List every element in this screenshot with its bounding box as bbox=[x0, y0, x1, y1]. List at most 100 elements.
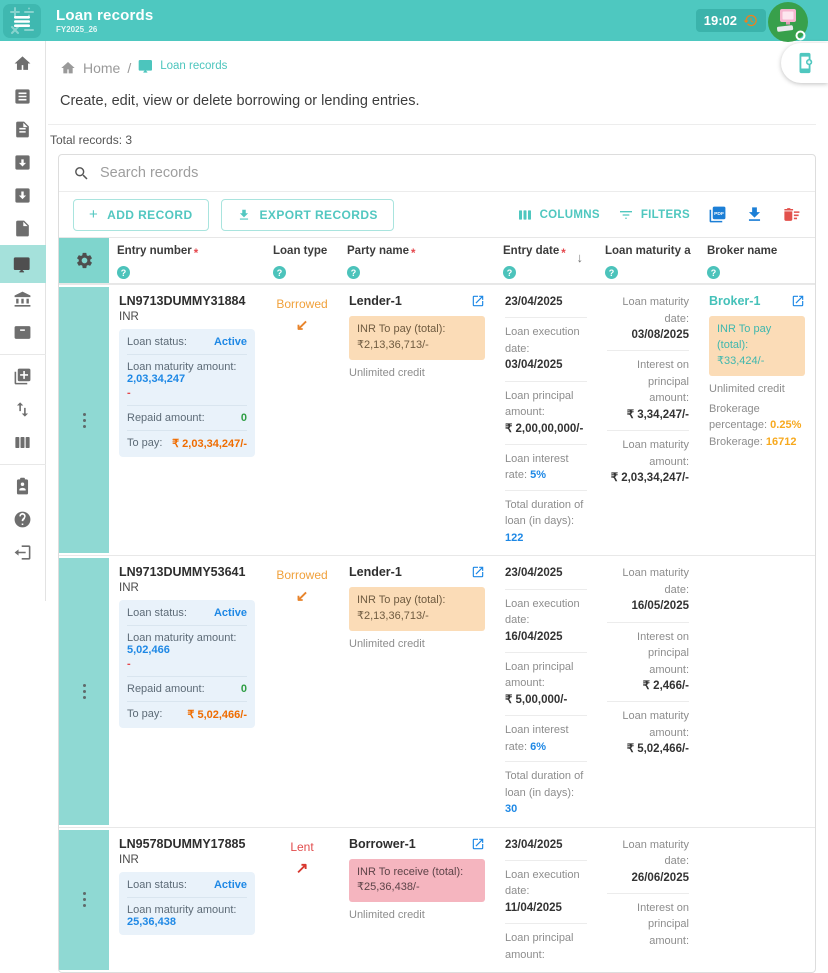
open-in-new-icon bbox=[471, 837, 485, 851]
open-broker-button[interactable] bbox=[791, 294, 805, 311]
broker-box-amount: ₹33,424/- bbox=[717, 354, 797, 370]
row-actions-menu[interactable] bbox=[79, 409, 90, 432]
maturity-date: 26/06/2025 bbox=[607, 870, 689, 887]
sidebar-item-import-export[interactable] bbox=[0, 393, 46, 426]
brokerage-value: 16712 bbox=[766, 436, 797, 448]
sort-desc-icon[interactable]: ↓ bbox=[577, 250, 584, 265]
party-box-amount: ₹25,36,438/- bbox=[357, 880, 477, 896]
maturity-value: 5,02,466 bbox=[127, 644, 170, 656]
execution-date-label: Loan execution date: bbox=[505, 324, 587, 357]
loan-status-box: Loan status:Active Loan maturity amount:… bbox=[119, 329, 255, 457]
open-party-button[interactable] bbox=[471, 837, 485, 854]
maturity-date-label: Loan maturity date: bbox=[607, 294, 689, 327]
help-question-icon[interactable]: ? bbox=[503, 266, 516, 279]
columns-button[interactable]: COLUMNS bbox=[517, 207, 600, 223]
user-avatar[interactable] bbox=[768, 2, 808, 42]
row-menu-cell bbox=[59, 830, 109, 971]
app-header: Loan records FY2025_26 19:02 bbox=[0, 0, 828, 41]
loan-type: Borrowed bbox=[276, 568, 327, 582]
table-row: LN9713DUMMY31884 INR Loan status:Active … bbox=[59, 284, 815, 555]
export-pdf-button[interactable]: PDF bbox=[708, 205, 727, 224]
sidebar-item-bank[interactable] bbox=[0, 283, 46, 316]
add-record-button[interactable]: + ADD RECORD bbox=[73, 199, 209, 231]
repaid-label: Repaid amount: bbox=[127, 412, 205, 424]
sidebar-item-save-box[interactable] bbox=[0, 146, 46, 179]
breadcrumb-home[interactable]: Home bbox=[83, 60, 120, 76]
logout-icon bbox=[13, 543, 32, 562]
loan-type-cell: Borrowed ↙ bbox=[265, 285, 339, 555]
required-marker: * bbox=[411, 248, 415, 260]
sidebar-item-loan-records[interactable] bbox=[0, 245, 46, 283]
credit-note: Unlimited credit bbox=[349, 638, 485, 650]
column-header-maturity-amount: Loan maturity amount ? bbox=[597, 238, 699, 283]
column-header-party-name: Party name* ? bbox=[339, 238, 495, 283]
search-bar bbox=[59, 155, 815, 192]
table-settings-cell[interactable] bbox=[59, 238, 109, 283]
party-box-title: INR To pay (total): bbox=[357, 593, 477, 609]
sidebar-item-help[interactable] bbox=[0, 503, 46, 536]
broker-name[interactable]: Broker-1 bbox=[709, 294, 760, 308]
sidebar-item-documents[interactable] bbox=[0, 113, 46, 146]
party-box-amount: ₹2,13,36,713/- bbox=[357, 338, 477, 354]
status-label: Loan status: bbox=[127, 336, 187, 348]
open-party-button[interactable] bbox=[471, 565, 485, 582]
maturity-extra: - bbox=[127, 387, 247, 399]
columns-label: COLUMNS bbox=[540, 209, 600, 221]
interest-amount: ₹ 3,34,247/- bbox=[607, 407, 689, 424]
page-description: Create, edit, view or delete borrowing o… bbox=[60, 93, 816, 109]
column-header-entry-date: Entry date* ↓ ? bbox=[495, 238, 597, 283]
entry-date-cell: 23/04/2025 Loan execution date: 11/04/20… bbox=[495, 828, 597, 973]
entry-number-cell: LN9713DUMMY31884 INR Loan status:Active … bbox=[109, 285, 265, 555]
export-records-button[interactable]: EXPORT RECORDS bbox=[221, 199, 394, 231]
party-name: Borrower-1 bbox=[349, 837, 416, 851]
interest-rate-value: 5% bbox=[530, 469, 546, 481]
sidebar-item-storage[interactable] bbox=[0, 316, 46, 349]
principal-label: Loan principal amount: bbox=[505, 388, 587, 421]
session-timer-chip[interactable]: 19:02 bbox=[696, 9, 766, 32]
download-button[interactable] bbox=[745, 205, 764, 224]
row-actions-menu[interactable] bbox=[79, 888, 90, 911]
help-question-icon[interactable]: ? bbox=[347, 266, 360, 279]
column-label: Party name bbox=[347, 245, 409, 257]
interest-amount-label: Interest on principal amount: bbox=[607, 629, 689, 679]
help-question-icon[interactable]: ? bbox=[273, 266, 286, 279]
brokerage-label: Brokerage: bbox=[709, 436, 763, 448]
filters-button[interactable]: FILTERS bbox=[618, 207, 690, 223]
broker-cell bbox=[699, 828, 815, 973]
maturity-value: 25,36,438 bbox=[127, 916, 176, 928]
maturity-label: Loan maturity amount: bbox=[127, 361, 236, 373]
filters-label: FILTERS bbox=[641, 209, 690, 221]
mobile-app-fab[interactable] bbox=[781, 43, 828, 83]
party-name: Lender-1 bbox=[349, 565, 402, 579]
table-header: Entry number* ? Loan type (took o ? Part… bbox=[59, 237, 815, 284]
delete-records-button[interactable] bbox=[782, 205, 801, 224]
party-name-cell: Lender-1 INR To pay (total): ₹2,13,36,71… bbox=[339, 556, 495, 826]
sidebar-item-account[interactable] bbox=[0, 470, 46, 503]
sidebar-item-table-view[interactable] bbox=[0, 426, 46, 459]
sidebar-item-home[interactable] bbox=[0, 47, 46, 80]
to-pay-label: To pay: bbox=[127, 708, 162, 721]
party-payable-box: INR To pay (total): ₹2,13,36,713/- bbox=[349, 587, 485, 631]
currency: INR bbox=[119, 311, 255, 323]
help-question-icon[interactable]: ? bbox=[605, 266, 618, 279]
maturity-total: ₹ 5,02,466/- bbox=[607, 741, 689, 758]
row-actions-menu[interactable] bbox=[79, 680, 90, 703]
maturity-date-label: Loan maturity date: bbox=[607, 837, 689, 870]
broker-cell: Broker-1 INR To pay (total): ₹33,424/- U… bbox=[699, 285, 815, 555]
sidebar-item-files[interactable] bbox=[0, 212, 46, 245]
sidebar-item-logout[interactable] bbox=[0, 536, 46, 569]
open-party-button[interactable] bbox=[471, 294, 485, 311]
interest-rate-value: 6% bbox=[530, 741, 546, 753]
sidebar-item-add-collection[interactable] bbox=[0, 360, 46, 393]
credit-note: Unlimited credit bbox=[349, 367, 485, 379]
help-question-icon[interactable]: ? bbox=[707, 266, 720, 279]
sidebar-item-download-box[interactable] bbox=[0, 179, 46, 212]
open-in-new-icon bbox=[791, 294, 805, 308]
search-input[interactable] bbox=[100, 165, 801, 181]
help-question-icon[interactable]: ? bbox=[117, 266, 130, 279]
interest-amount-label: Interest on principal amount: bbox=[607, 357, 689, 407]
sidebar-item-records-list[interactable] bbox=[0, 80, 46, 113]
party-box-amount: ₹2,13,36,713/- bbox=[357, 609, 477, 625]
app-logo-menu[interactable] bbox=[0, 0, 44, 41]
avatar-retro-computer-icon bbox=[768, 2, 808, 42]
